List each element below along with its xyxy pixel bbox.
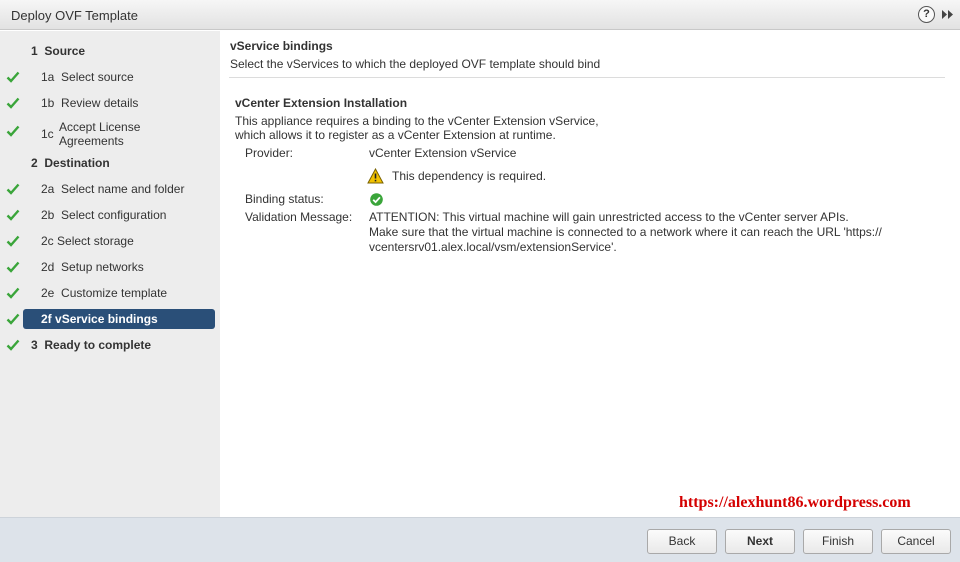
header-divider xyxy=(229,77,945,78)
finish-button[interactable]: Finish xyxy=(803,529,873,554)
validation-message: ATTENTION: This virtual machine will gai… xyxy=(369,210,882,254)
checkmark-icon xyxy=(6,183,20,195)
provider-value: vCenter Extension vService xyxy=(369,146,517,160)
step-label: 1b Review details xyxy=(41,96,139,110)
expand-icon[interactable] xyxy=(941,7,955,22)
step-review-details[interactable]: 1b Review details xyxy=(0,93,220,113)
warning-icon xyxy=(367,168,384,184)
step-label: 2a Select name and folder xyxy=(41,182,185,196)
validation-message-label: Validation Message: xyxy=(245,210,353,224)
step-label: 2e Customize template xyxy=(41,286,168,300)
checkmark-icon xyxy=(6,287,20,299)
checkmark-icon xyxy=(6,339,20,351)
step-customize-template[interactable]: 2e Customize template xyxy=(0,283,220,303)
step-label: 2 Destination xyxy=(31,156,110,170)
page-title: vService bindings xyxy=(230,39,333,53)
cancel-button[interactable]: Cancel xyxy=(881,529,951,554)
step-label: 1 Source xyxy=(31,44,86,58)
step-label: 2f vService bindings xyxy=(41,312,158,326)
step-label: 1a Select source xyxy=(41,70,134,84)
dependency-warning: This dependency is required. xyxy=(392,169,547,183)
checkmark-icon xyxy=(6,261,20,273)
step-select-storage[interactable]: 2c Select storage xyxy=(0,231,220,251)
step-label: 2c Select storage xyxy=(41,234,134,248)
step-select-source[interactable]: 1a Select source xyxy=(0,67,220,87)
watermark-url: https://alexhunt86.wordpress.com xyxy=(679,494,911,511)
step-label: 2b Select configuration xyxy=(41,208,167,222)
step-accept-license[interactable]: 1c Accept License Agreements xyxy=(0,118,220,148)
step-setup-networks[interactable]: 2d Setup networks xyxy=(0,257,220,277)
step-label: Accept License Agreements xyxy=(59,120,141,148)
step-destination[interactable]: 2 Destination xyxy=(0,153,220,173)
binding-status-label: Binding status: xyxy=(245,192,324,206)
main-content: vService bindings Select the vServices t… xyxy=(220,31,960,517)
step-select-configuration[interactable]: 2b Select configuration xyxy=(0,205,220,225)
next-button[interactable]: Next xyxy=(725,529,795,554)
step-label: 2d Setup networks xyxy=(41,260,144,274)
status-ok-icon xyxy=(370,193,383,206)
back-button[interactable]: Back xyxy=(647,529,717,554)
step-number: 1c xyxy=(41,127,54,141)
step-vservice-bindings[interactable]: 2f vService bindings xyxy=(0,309,220,329)
step-ready-to-complete[interactable]: 3 Ready to complete xyxy=(0,335,220,355)
provider-label: Provider: xyxy=(245,146,294,160)
checkmark-icon xyxy=(6,209,20,221)
checkmark-icon xyxy=(6,125,20,137)
checkmark-icon xyxy=(6,235,20,247)
checkmark-icon xyxy=(6,313,20,325)
help-button[interactable]: ? xyxy=(918,6,935,23)
page-subtitle: Select the vServices to which the deploy… xyxy=(230,57,601,71)
step-label: 3 Ready to complete xyxy=(31,338,152,352)
step-source[interactable]: 1 Source xyxy=(0,41,220,61)
title-bar: Deploy OVF Template ? xyxy=(0,0,960,30)
wizard-steps-sidebar: 1 Source 1a Select source 1b Review deta… xyxy=(0,31,220,517)
section-title: vCenter Extension Installation xyxy=(235,96,408,110)
section-description: This appliance requires a binding to the… xyxy=(235,114,599,142)
help-icon: ? xyxy=(923,8,930,20)
step-select-name-folder[interactable]: 2a Select name and folder xyxy=(0,179,220,199)
checkmark-icon xyxy=(6,97,20,109)
window-title: Deploy OVF Template xyxy=(11,8,138,23)
checkmark-icon xyxy=(6,71,20,83)
wizard-footer: Back Next Finish Cancel xyxy=(0,517,960,562)
